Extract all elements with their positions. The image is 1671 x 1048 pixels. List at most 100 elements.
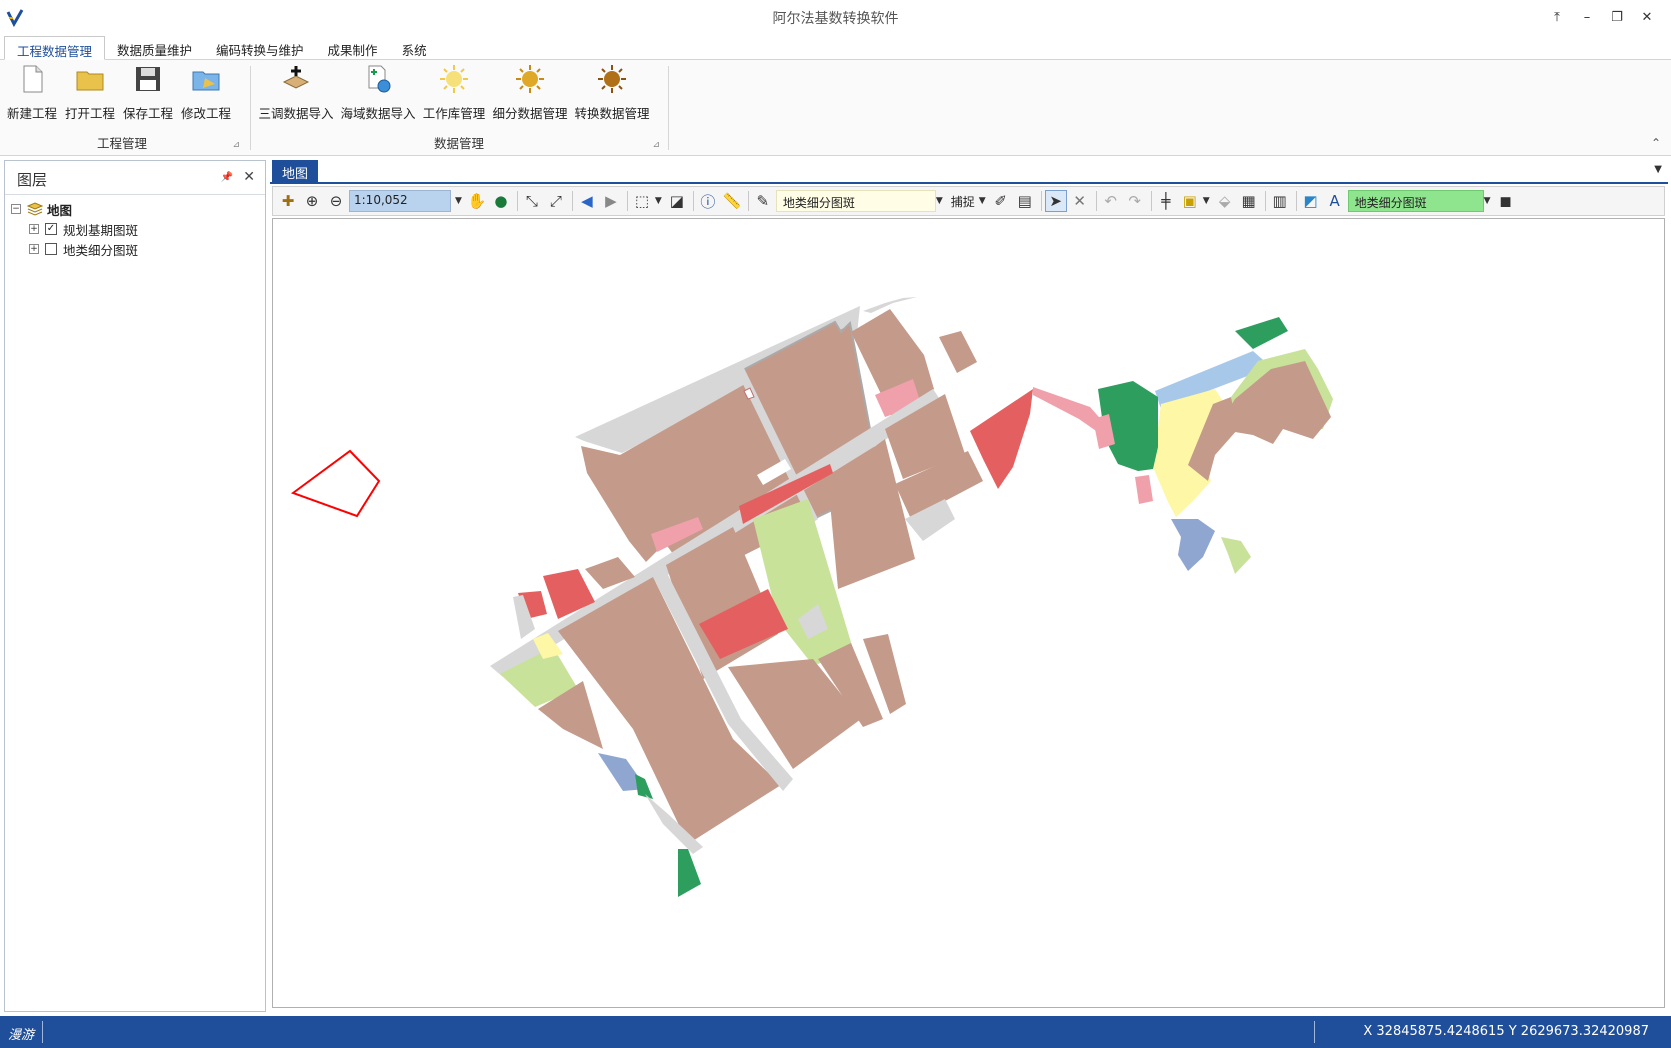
toolbar-separator [692, 191, 694, 211]
layer-checkbox[interactable] [45, 243, 57, 255]
open-folder-icon [76, 71, 104, 91]
open-project-button[interactable]: 打开工程 [62, 64, 118, 122]
edit-layer-combo[interactable]: 地类细分图斑 [775, 190, 936, 212]
tab-results[interactable]: 成果制作 [316, 36, 390, 60]
zoom-in-icon[interactable]: ⊕ [301, 190, 323, 212]
label-text-icon[interactable]: A [1324, 190, 1346, 212]
scale-dropdown-icon[interactable]: ▼ [455, 196, 462, 206]
subdivision-data-button[interactable]: 细分数据管理 [492, 64, 568, 122]
select-arrow-icon[interactable]: ➤ [1044, 190, 1067, 212]
pan-hand-icon[interactable]: ✋ [466, 190, 488, 212]
restore-icon[interactable]: ❐ [1603, 6, 1631, 28]
close-icon[interactable]: ✕ [243, 169, 255, 185]
forest-parcel[interactable] [678, 849, 701, 897]
new-project-button[interactable]: 新建工程 [4, 64, 60, 122]
scale-input[interactable]: 1:10,052 [349, 190, 451, 212]
commercial-parcel[interactable] [1135, 475, 1153, 504]
tree-root-map[interactable]: − 地图 [11, 199, 138, 219]
map-canvas[interactable] [272, 218, 1665, 1008]
attribute-edit-icon[interactable]: ▤ [1014, 190, 1036, 212]
title-bar: 阿尔法基数转换软件 ⤒ – ❐ ✕ [0, 0, 1671, 34]
import-sea-icon [368, 65, 391, 93]
redo-icon[interactable]: ↷ [1124, 190, 1146, 212]
collapse-ribbon-icon[interactable]: ⌃ [1651, 136, 1661, 150]
expand-icon[interactable]: + [29, 224, 39, 234]
water-parcel[interactable] [1171, 519, 1215, 571]
target-layer-combo[interactable]: 地类细分图斑 [1347, 190, 1484, 212]
zoom-out-icon[interactable]: ⊖ [325, 190, 347, 212]
layer-tree: − 地图 + ✓ 规划基期图斑 + 地类细分图斑 [11, 199, 138, 259]
minimize-icon[interactable]: – [1573, 6, 1601, 28]
close-icon[interactable]: ✕ [1633, 6, 1661, 28]
layers-panel: 图层 📌 ✕ − 地图 + ✓ 规划基期图斑 + 地类细分图斑 [4, 160, 266, 1012]
expand-icon[interactable]: + [29, 244, 39, 254]
tab-dropdown-icon[interactable]: ▼ [1654, 164, 1662, 175]
eraser-icon[interactable]: ⬙ [1214, 190, 1236, 212]
back-arrow-icon[interactable]: ◀ [576, 190, 598, 212]
merge-dropdown-icon[interactable]: ▼ [1203, 196, 1210, 206]
map-symbol-icon[interactable]: ◩ [1300, 190, 1322, 212]
tab-system[interactable]: 系统 [390, 36, 439, 60]
map-tab-row: 地图 ▼ [270, 160, 1668, 184]
forward-arrow-icon[interactable]: ▶ [600, 190, 622, 212]
dialog-launcher-icon[interactable]: ⊿ [652, 140, 660, 150]
identify-info-icon[interactable]: ⓘ [697, 190, 719, 212]
map-layers-icon [27, 202, 43, 216]
editor-pencil-icon[interactable]: ✎ [752, 190, 774, 212]
forest-parcel[interactable] [1235, 317, 1288, 349]
pan-add-icon[interactable]: ✚ [277, 190, 299, 212]
urban-parcel[interactable] [939, 331, 977, 373]
attribute-table-icon[interactable]: ▦ [1238, 190, 1260, 212]
layer-item[interactable]: + 地类细分图斑 [11, 239, 138, 259]
pin-icon[interactable]: 📌 [221, 172, 233, 183]
toolbar-separator [1040, 191, 1042, 211]
tab-data-quality[interactable]: 数据质量维护 [105, 36, 204, 60]
layer-checkbox[interactable]: ✓ [45, 223, 57, 235]
workspace-manager-button[interactable]: 工作库管理 [422, 64, 486, 122]
select-features-icon[interactable]: ⬚ [631, 190, 653, 212]
snap-label[interactable]: 捕捉 [951, 193, 975, 210]
zoom-fixed-in-icon[interactable]: ⤡ [521, 190, 543, 212]
dialog-launcher-icon[interactable]: ⊿ [232, 140, 240, 150]
tab-code-conversion[interactable]: 编码转换与维护 [204, 36, 316, 60]
undo-icon[interactable]: ↶ [1100, 190, 1122, 212]
tab-project-data[interactable]: 工程数据管理 [4, 36, 106, 60]
split-tool-icon[interactable]: ╪ [1155, 190, 1177, 212]
layer-properties-icon[interactable]: ▥ [1269, 190, 1291, 212]
import-map-icon [282, 66, 310, 89]
measure-icon[interactable]: 📏 [721, 190, 743, 212]
zoom-fixed-out-icon[interactable]: ⤢ [545, 190, 567, 212]
delete-icon[interactable]: ✕ [1069, 190, 1091, 212]
conversion-data-button[interactable]: 转换数据管理 [574, 64, 650, 122]
layer-item[interactable]: + ✓ 规划基期图斑 [11, 219, 138, 239]
ribbon-tabs: 工程数据管理 数据质量维护 编码转换与维护 成果制作 系统 [0, 36, 1671, 60]
full-extent-globe-icon[interactable]: ● [490, 190, 512, 212]
target-combo-dropdown-icon[interactable]: ▼ [1484, 196, 1491, 206]
map-drawing[interactable] [273, 219, 1664, 1007]
tree-root-label: 地图 [47, 202, 73, 218]
save-project-button[interactable]: 保存工程 [120, 64, 176, 122]
edit-project-button[interactable]: 修改工程 [178, 64, 234, 122]
select-dropdown-icon[interactable]: ▼ [655, 196, 662, 206]
import-sea-button[interactable]: 海域数据导入 [340, 64, 416, 122]
status-mode: 漫游 [8, 1028, 35, 1043]
save-disk-icon [136, 67, 160, 91]
restore-up-icon[interactable]: ⤒ [1543, 6, 1571, 28]
toolbar-separator [1150, 191, 1152, 211]
tab-map[interactable]: 地图 [272, 160, 319, 184]
clear-selection-icon[interactable]: ◪ [666, 190, 688, 212]
overlay-square-icon[interactable]: ◼ [1495, 190, 1517, 212]
merge-tool-icon[interactable]: ▣ [1179, 190, 1201, 212]
edit-tool-icon[interactable]: ✐ [990, 190, 1012, 212]
layer-label: 规划基期图斑 [63, 222, 139, 238]
collapse-icon[interactable]: − [11, 204, 21, 214]
toolbar-separator [516, 191, 518, 211]
layer-combo-dropdown-icon[interactable]: ▼ [936, 196, 943, 206]
grassland-parcel[interactable] [1221, 537, 1251, 574]
import-survey-button[interactable]: 三调数据导入 [258, 64, 334, 122]
outline-parcel[interactable] [290, 449, 381, 518]
forest-parcel[interactable] [635, 774, 653, 799]
status-separator [42, 1021, 43, 1043]
snap-dropdown-icon[interactable]: ▼ [979, 196, 986, 206]
new-document-icon [23, 65, 43, 93]
